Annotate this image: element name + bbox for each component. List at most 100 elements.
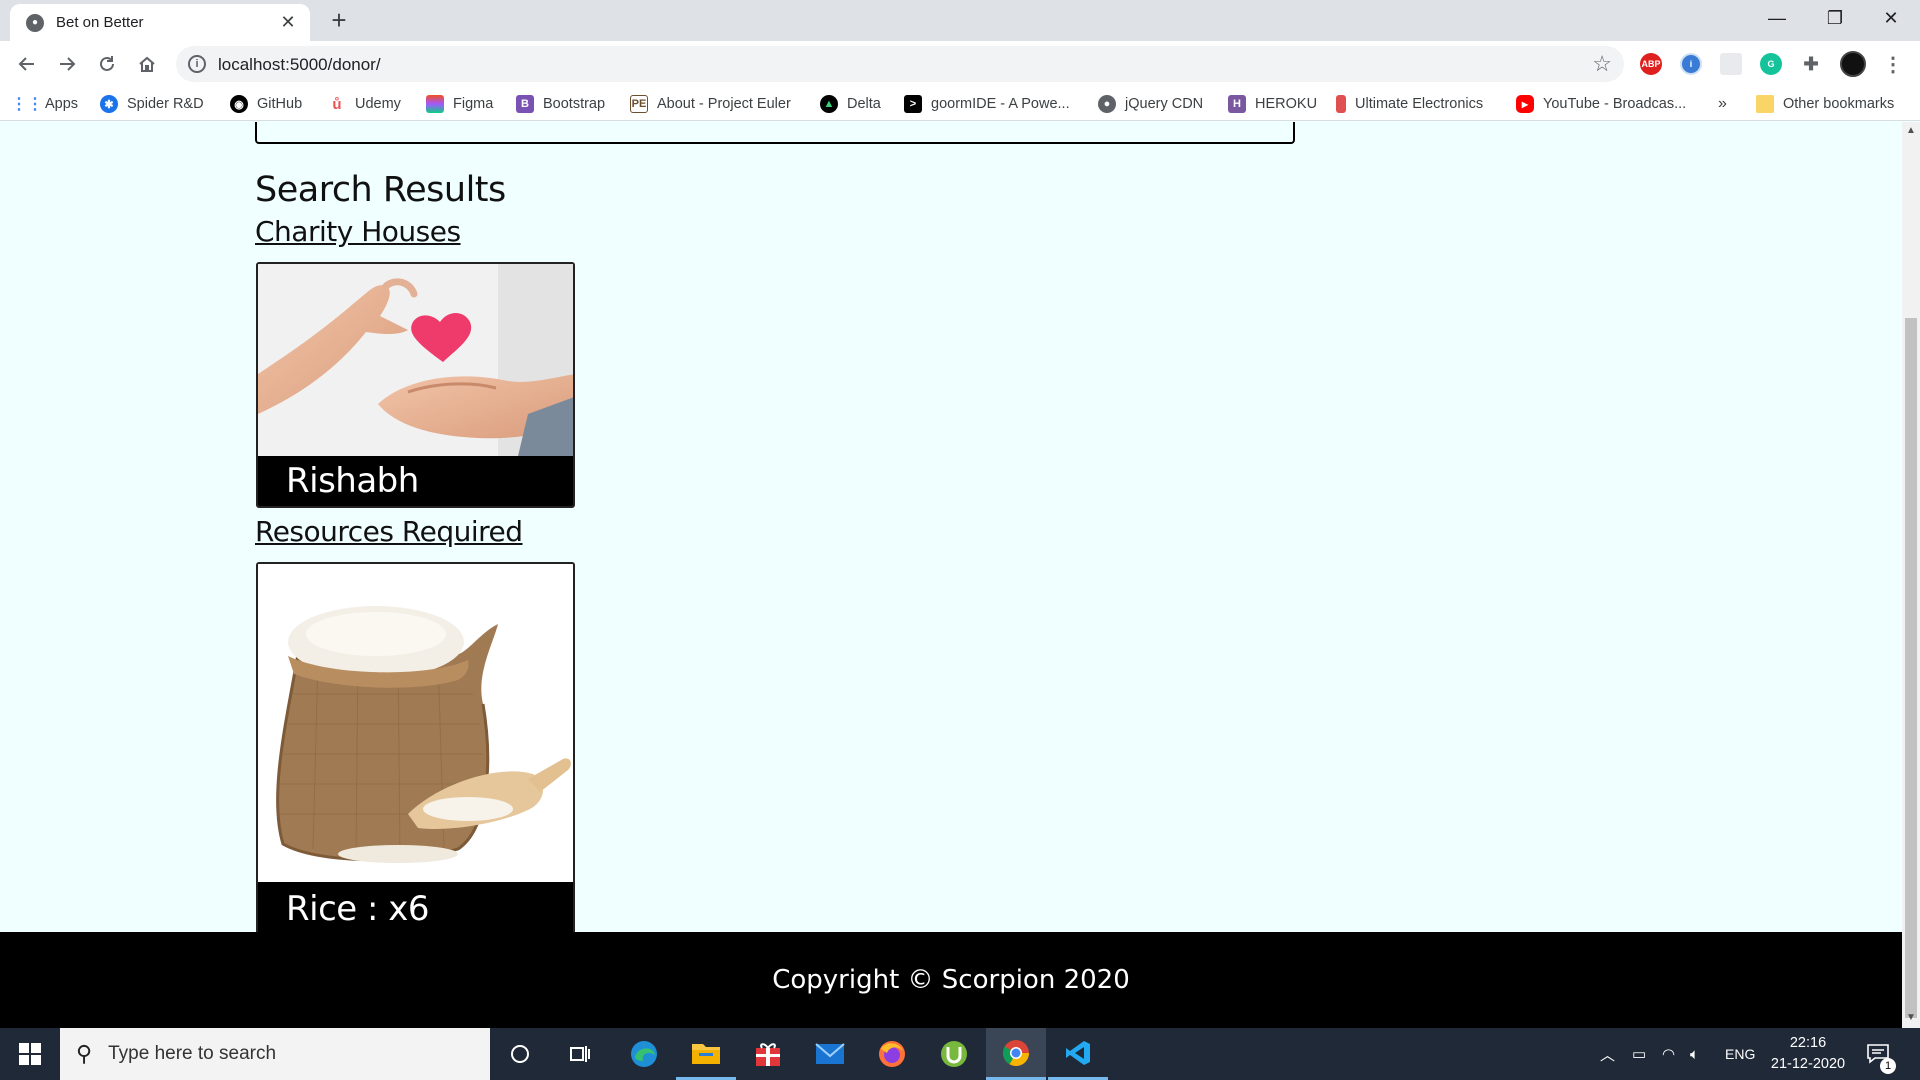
bookmark-item[interactable]: B Bootstrap [516, 93, 605, 115]
bookmark-item[interactable]: ▲ Delta [820, 93, 881, 115]
adblock-icon[interactable]: ABP [1640, 53, 1662, 75]
globe-icon: ● [26, 13, 44, 32]
forward-arrow-icon [60, 57, 76, 71]
clock-time: 22:16 [1789, 1035, 1827, 1051]
euler-icon: PE [630, 95, 648, 113]
language-indicator[interactable]: ENG [1725, 1028, 1755, 1080]
new-tab-button[interactable]: + [324, 6, 354, 34]
task-view-icon [570, 1046, 590, 1062]
resources-required-link[interactable]: Resources Required [255, 515, 523, 548]
windows-taskbar: ⚲ Type here to search ︿ ▭ ◠ 🔈︎ ENG 22:16… [0, 1028, 1920, 1080]
heart-hands-image [258, 264, 573, 456]
heroku-icon: H [1228, 95, 1246, 113]
scroll-up-arrow-icon[interactable]: ▲ [1906, 125, 1916, 136]
browser-tab[interactable]: ● Bet on Better ✕ [10, 4, 310, 41]
tray-chevron-up-icon[interactable]: ︿ [1600, 1028, 1615, 1080]
spider-icon: ✱ [100, 95, 118, 113]
globe-icon: ● [1098, 95, 1116, 113]
cortana-button[interactable] [490, 1028, 550, 1080]
scrollbar-thumb[interactable] [1905, 318, 1917, 1018]
bookmark-item[interactable]: ů Udemy [328, 93, 401, 115]
resource-card-label: Rice : x6 [258, 882, 573, 932]
rice-sack-image [258, 564, 573, 882]
minimize-button[interactable]: — [1748, 0, 1806, 36]
bookmark-item[interactable]: > goormIDE - A Powe... [904, 93, 1070, 115]
taskbar-clock[interactable]: 22:16 21-12-2020 [1764, 1033, 1852, 1075]
address-bar[interactable]: i localhost:5000/donor/ ☆ [176, 46, 1624, 82]
other-bookmarks-folder[interactable]: Other bookmarks [1756, 93, 1894, 115]
tab-close-button[interactable]: ✕ [278, 12, 298, 33]
bookmark-item[interactable]: ▶ YouTube - Broadcas... [1516, 93, 1686, 115]
bookmarks-bar: ⋮⋮ Apps ✱ Spider R&D ◉ GitHub ů Udemy Fi… [0, 87, 1920, 121]
mail-taskbar-button[interactable] [800, 1028, 860, 1080]
battery-icon[interactable]: ▭ [1632, 1028, 1646, 1080]
github-icon: ◉ [230, 95, 248, 113]
search-icon: ⚲ [76, 1041, 93, 1066]
page-content: Search Results Charity Houses Rishabh Re… [0, 122, 1902, 932]
volume-icon[interactable]: 🔈︎ [1690, 1028, 1699, 1080]
vscode-taskbar-button[interactable] [1048, 1028, 1108, 1080]
start-button[interactable] [0, 1028, 60, 1080]
edge-taskbar-button[interactable] [614, 1028, 674, 1080]
menu-kebab-icon[interactable]: ⋮ [1882, 53, 1904, 76]
extension-blue-icon[interactable]: i [1680, 53, 1702, 75]
avatar[interactable] [1840, 51, 1866, 77]
site-info-icon[interactable]: i [188, 55, 206, 73]
bookmark-item[interactable]: Ultimate Electronics [1336, 93, 1483, 115]
bookmarks-overflow-button[interactable]: » [1718, 93, 1727, 115]
reload-icon [100, 56, 114, 71]
bookmark-item[interactable]: PE About - Project Euler [630, 93, 791, 115]
charity-card[interactable]: Rishabh [256, 262, 575, 508]
tab-title: Bet on Better [56, 14, 144, 31]
udemy-icon: ů [332, 95, 342, 113]
task-view-button[interactable] [550, 1028, 610, 1080]
store-taskbar-button[interactable] [738, 1028, 798, 1080]
copyright-text: Copyright © Scorpion 2020 [772, 965, 1130, 995]
extensions-puzzle-icon[interactable]: ✚ [1800, 53, 1822, 75]
edge-icon [631, 1041, 657, 1067]
bootstrap-icon: B [516, 95, 534, 113]
notification-badge: 1 [1880, 1058, 1896, 1074]
forward-button[interactable] [52, 49, 82, 79]
delta-icon: ▲ [820, 95, 838, 113]
back-arrow-icon [18, 57, 34, 71]
page-footer: Copyright © Scorpion 2020 [0, 932, 1902, 1028]
charity-houses-link[interactable]: Charity Houses [255, 215, 461, 248]
mail-icon [815, 1043, 845, 1064]
bookmark-item[interactable]: Figma [426, 93, 493, 115]
reload-button[interactable] [92, 49, 122, 79]
chrome-taskbar-button[interactable] [986, 1028, 1046, 1080]
bookmark-item[interactable]: H HEROKU [1228, 93, 1317, 115]
clock-date: 21-12-2020 [1770, 1056, 1846, 1072]
bookmark-item[interactable]: ✱ Spider R&D [100, 93, 204, 115]
taskbar-search-input[interactable]: ⚲ Type here to search [60, 1028, 490, 1080]
page-scrollbar[interactable]: ▲ ▼ [1902, 122, 1920, 1028]
chrome-icon [1002, 1039, 1030, 1066]
url-text[interactable]: localhost:5000/donor/ [218, 55, 381, 75]
maximize-button[interactable]: ❐ [1806, 0, 1864, 36]
gift-store-icon [756, 1043, 780, 1066]
search-input[interactable] [255, 122, 1295, 144]
wifi-icon[interactable]: ◠ [1662, 1028, 1675, 1080]
bookmark-item[interactable]: ⋮⋮ Apps [11, 93, 78, 115]
bookmark-item[interactable]: ◉ GitHub [230, 93, 302, 115]
firefox-taskbar-button[interactable] [862, 1028, 922, 1080]
resource-card-image [258, 564, 573, 882]
grammarly-icon[interactable]: G [1760, 53, 1782, 75]
charity-card-image [258, 264, 573, 456]
folder-icon [692, 1043, 720, 1064]
resource-card[interactable]: Rice : x6 [256, 562, 575, 932]
utorrent-taskbar-button[interactable] [924, 1028, 984, 1080]
extension-grey-icon[interactable] [1720, 53, 1742, 75]
scroll-down-arrow-icon[interactable]: ▼ [1906, 1012, 1916, 1023]
cortana-circle-icon [511, 1045, 529, 1063]
file-explorer-taskbar-button[interactable] [676, 1028, 736, 1080]
bookmark-star-icon[interactable]: ☆ [1592, 51, 1612, 77]
home-button[interactable] [132, 49, 162, 79]
back-button[interactable] [12, 49, 42, 79]
bookmark-item[interactable]: ● jQuery CDN [1098, 93, 1203, 115]
window-close-button[interactable]: ✕ [1862, 0, 1920, 36]
figma-icon [426, 95, 444, 113]
notification-center-button[interactable]: 1 [1866, 1028, 1896, 1080]
apps-icon: ⋮⋮ [11, 96, 43, 113]
